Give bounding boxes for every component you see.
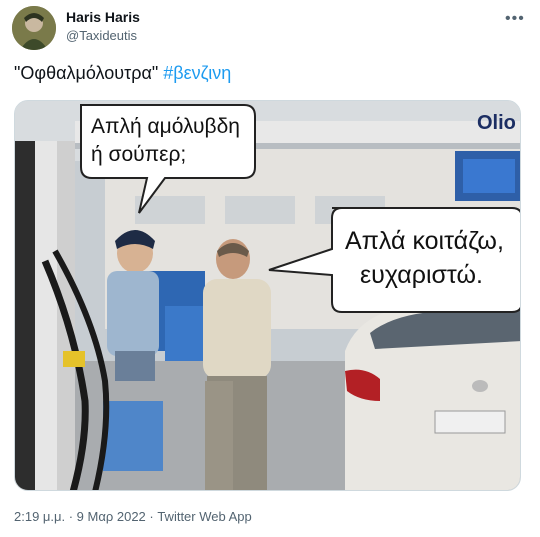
bubble-right-line-1: Απλά κοιτάζω,: [345, 227, 504, 255]
corner-logo: Olio: [477, 112, 516, 134]
avatar[interactable]: [12, 6, 56, 50]
hashtag-link[interactable]: #βενζινη: [163, 63, 231, 83]
display-name[interactable]: Haris Haris: [66, 9, 140, 25]
tweet-timestamp[interactable]: 2:19 μ.μ. · 9 Μαρ 2022 · Twitter Web App: [14, 509, 252, 524]
user-handle[interactable]: @Taxideutis: [66, 28, 137, 43]
bubble-right-line-2: ευχαριστώ.: [360, 261, 483, 289]
tweet-media-image[interactable]: Olio Απλή αμόλυβδη ή σούπερ; Απλά κοιτάζ…: [14, 100, 521, 491]
bubble-left-line-1: Απλή αμόλυβδη: [91, 115, 240, 138]
avatar-image: [12, 6, 56, 50]
tweet-body: "Οφθαλμόλουτρα": [14, 63, 164, 83]
tweet-text: "Οφθαλμόλουτρα" #βενζινη: [14, 63, 231, 84]
more-dots-icon[interactable]: •••: [505, 10, 525, 28]
bubble-left-line-2: ή σούπερ;: [91, 143, 186, 166]
